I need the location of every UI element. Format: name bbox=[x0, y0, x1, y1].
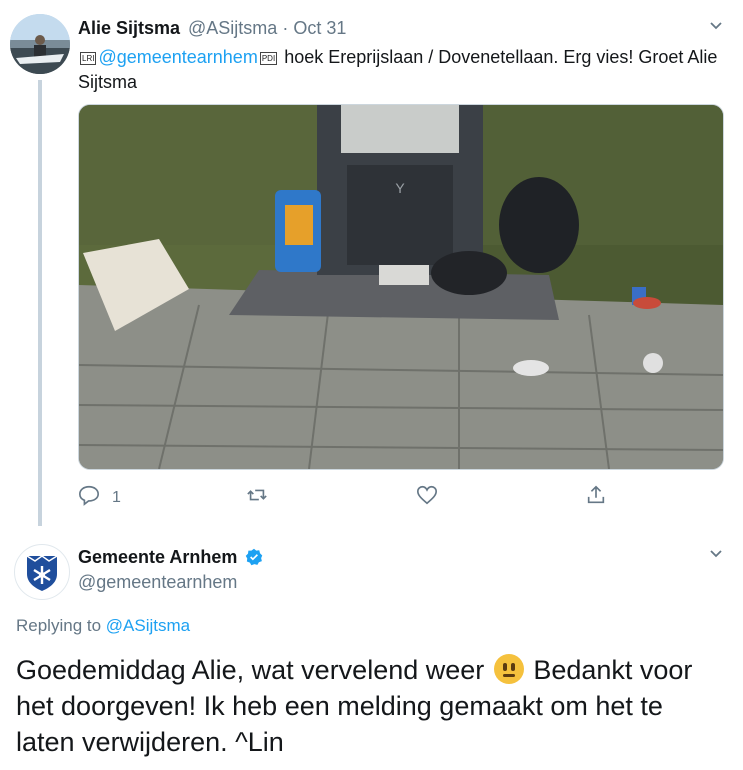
author-name[interactable]: Alie Sijtsma bbox=[78, 18, 180, 39]
replying-to-link[interactable]: @ASijtsma bbox=[106, 616, 190, 635]
mention-link[interactable]: @gemeentearnhem bbox=[98, 47, 257, 67]
verified-badge-icon bbox=[245, 548, 263, 571]
chevron-down-icon[interactable] bbox=[705, 17, 727, 38]
reply-icon[interactable] bbox=[78, 484, 100, 511]
tweet-photo[interactable]: Y bbox=[78, 104, 724, 470]
author-handle-date[interactable]: @ASijtsma · Oct 31 bbox=[188, 18, 346, 39]
replying-prefix: Replying to bbox=[16, 616, 102, 635]
author-name[interactable]: Gemeente Arnhem bbox=[78, 547, 237, 567]
author-handle[interactable]: @ASijtsma bbox=[188, 18, 277, 38]
tweet-date[interactable]: Oct 31 bbox=[293, 18, 346, 38]
chevron-down-icon[interactable] bbox=[705, 545, 727, 566]
reply-tweet-text: Goedemiddag Alie, wat vervelend weer Bed… bbox=[16, 652, 726, 760]
like-icon[interactable] bbox=[416, 484, 438, 511]
pdi-glyph: PDI bbox=[259, 51, 278, 65]
reply-action[interactable]: 1 bbox=[78, 484, 121, 511]
lri-glyph: LRI bbox=[80, 51, 97, 65]
replying-to: Replying to @ASijtsma bbox=[16, 616, 190, 636]
separator-dot: · bbox=[282, 18, 289, 38]
thread-connector-line bbox=[38, 80, 42, 526]
reply-count: 1 bbox=[112, 488, 121, 506]
retweet-icon[interactable] bbox=[246, 484, 268, 511]
share-icon[interactable] bbox=[585, 484, 607, 511]
reply-text-part1: Goedemiddag Alie, wat vervelend weer bbox=[16, 655, 485, 685]
tweet-text: LRI @gemeentearnhem PDI hoek Ereprijslaan … bbox=[78, 45, 718, 95]
avatar-gemeente-arnhem[interactable] bbox=[14, 544, 70, 600]
share-action[interactable] bbox=[585, 484, 607, 511]
like-action[interactable] bbox=[416, 484, 446, 511]
retweet-action[interactable] bbox=[246, 484, 276, 511]
tweet-actions: 1 bbox=[78, 484, 618, 514]
neutral-face-emoji bbox=[493, 654, 524, 684]
author-name-verified[interactable]: Gemeente Arnhem bbox=[78, 547, 263, 571]
avatar-alie-sijtsma[interactable] bbox=[10, 14, 70, 74]
author-handle[interactable]: @gemeentearnhem bbox=[78, 572, 237, 593]
svg-text:Y: Y bbox=[395, 180, 405, 196]
